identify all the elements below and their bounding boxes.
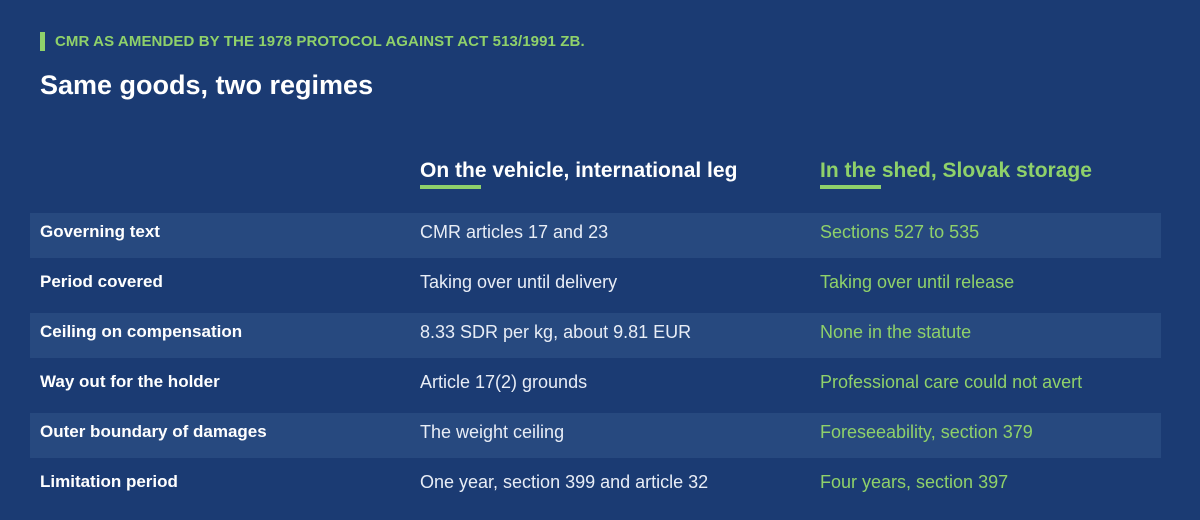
table-row: Ceiling on compensation 8.33 SDR per kg,… bbox=[30, 313, 1161, 358]
vehicle-cell: Taking over until delivery bbox=[420, 272, 618, 292]
shed-cell: Professional care could not avert bbox=[820, 372, 1083, 392]
table-row: Way out for the holder Article 17(2) gro… bbox=[30, 363, 1161, 408]
page-title: Same goods, two regimes bbox=[40, 70, 374, 100]
vehicle-cell: Article 17(2) grounds bbox=[420, 372, 588, 392]
column-header-shed-label: In the shed, Slovak storage bbox=[820, 159, 1092, 182]
shed-cell: Taking over until release bbox=[820, 272, 1015, 292]
column-header-vehicle: On the vehicle, international leg bbox=[420, 159, 737, 189]
column-header-vehicle-underline bbox=[420, 185, 481, 189]
kicker-text: CMR AS AMENDED BY THE 1978 PROTOCOL AGAI… bbox=[55, 33, 585, 50]
kicker-accent-bar bbox=[40, 32, 45, 51]
shed-cell: Sections 527 to 535 bbox=[820, 222, 980, 242]
row-label: Way out for the holder bbox=[40, 372, 220, 391]
vehicle-cell: CMR articles 17 and 23 bbox=[420, 222, 609, 242]
row-label: Period covered bbox=[40, 272, 163, 291]
row-label: Outer boundary of damages bbox=[40, 422, 267, 441]
table-row: Governing text CMR articles 17 and 23 Se… bbox=[30, 213, 1161, 258]
comparison-table: Governing text CMR articles 17 and 23 Se… bbox=[30, 213, 1161, 513]
shed-cell: Foreseeability, section 379 bbox=[820, 422, 1033, 442]
row-label: Governing text bbox=[40, 222, 160, 241]
table-row: Period covered Taking over until deliver… bbox=[30, 263, 1161, 308]
shed-cell: Four years, section 397 bbox=[820, 472, 1009, 492]
vehicle-cell: 8.33 SDR per kg, about 9.81 EUR bbox=[420, 322, 692, 342]
kicker: CMR AS AMENDED BY THE 1978 PROTOCOL AGAI… bbox=[40, 32, 585, 51]
column-header-shed: In the shed, Slovak storage bbox=[820, 159, 1092, 189]
shed-cell: None in the statute bbox=[820, 322, 972, 342]
column-header-vehicle-label: On the vehicle, international leg bbox=[420, 159, 738, 182]
vehicle-cell: One year, section 399 and article 32 bbox=[420, 472, 709, 492]
row-label: Limitation period bbox=[40, 472, 178, 491]
column-header-shed-underline bbox=[820, 185, 881, 189]
table-row: Limitation period One year, section 399 … bbox=[30, 463, 1161, 508]
vehicle-cell: The weight ceiling bbox=[420, 422, 565, 442]
table-row: Outer boundary of damages The weight cei… bbox=[30, 413, 1161, 458]
row-label: Ceiling on compensation bbox=[40, 322, 243, 341]
